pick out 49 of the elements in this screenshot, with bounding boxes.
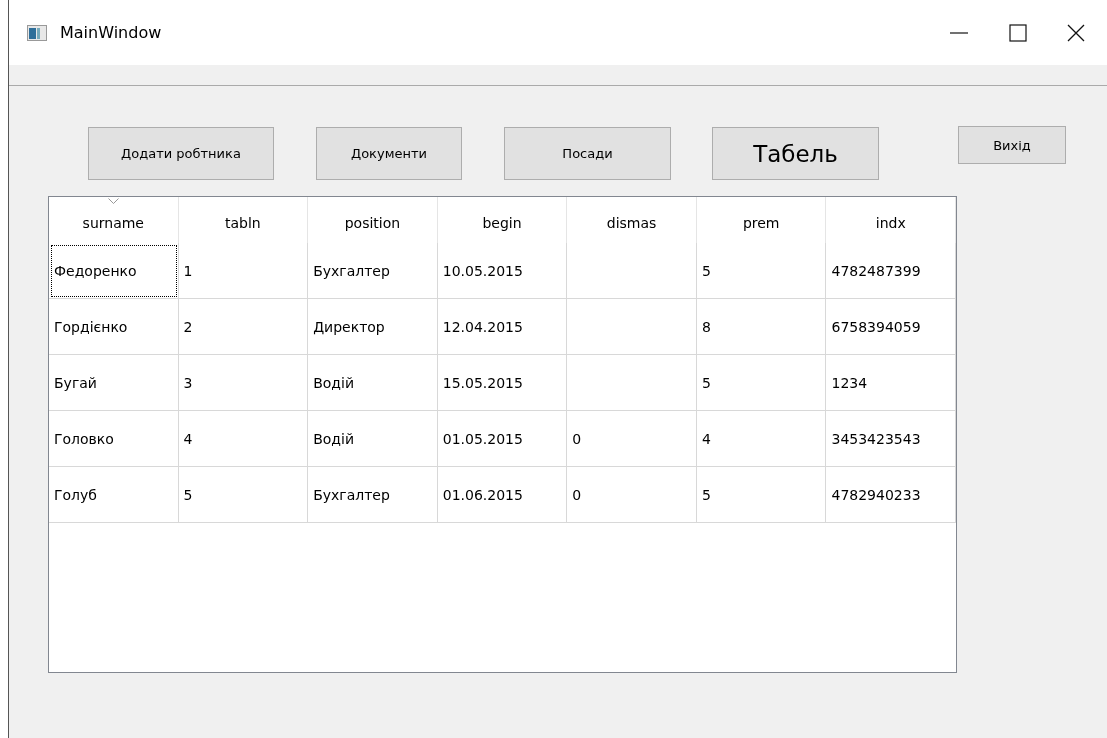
table-cell: Голуб — [49, 467, 179, 523]
table-cell: 12.04.2015 — [437, 299, 568, 355]
column-header[interactable]: prem — [696, 197, 827, 243]
table-cell: 2 — [178, 299, 309, 355]
table-cell: 01.06.2015 — [437, 467, 568, 523]
action-button[interactable]: Документи — [316, 127, 462, 180]
table-cell: 5 — [178, 467, 309, 523]
maximize-icon[interactable] — [1009, 23, 1027, 42]
column-header[interactable]: position — [308, 197, 438, 243]
table-cell: Водій — [308, 355, 438, 411]
column-header[interactable]: surname — [49, 197, 179, 243]
table-cell: Директор — [308, 299, 438, 355]
table-cell: 5 — [696, 467, 827, 523]
exit-button[interactable]: Вихід — [958, 126, 1066, 164]
table-cell: 4 — [696, 411, 827, 467]
table-cell: 8 — [696, 299, 827, 355]
column-header[interactable]: begin — [437, 197, 568, 243]
table-cell: Федоренко — [49, 243, 179, 299]
table-cell: 0 — [567, 411, 697, 467]
table-cell: 0 — [567, 467, 697, 523]
table-cell: 4782940233 — [826, 467, 957, 523]
window-title: MainWindow — [60, 23, 162, 42]
table-cell: 3 — [178, 355, 309, 411]
table-cell: 1234 — [826, 355, 957, 411]
table-cell: Бугай — [49, 355, 179, 411]
table-cell: 5 — [696, 243, 827, 299]
table-cell: 1 — [178, 243, 309, 299]
table-cell: Бухгалтер — [308, 467, 438, 523]
column-header[interactable]: dismas — [567, 197, 697, 243]
table-cell: 4 — [178, 411, 309, 467]
action-button[interactable]: Табель — [712, 127, 879, 180]
table-cell: 10.05.2015 — [437, 243, 568, 299]
table-cell: Водій — [308, 411, 438, 467]
column-header[interactable]: tabln — [178, 197, 309, 243]
table-cell: Головко — [49, 411, 179, 467]
table-cell: 3453423543 — [826, 411, 957, 467]
column-header[interactable]: indx — [826, 197, 957, 243]
table-cell: Бухгалтер — [308, 243, 438, 299]
table-cell: 6758394059 — [826, 299, 957, 355]
table-cell: 4782487399 — [826, 243, 957, 299]
action-button[interactable]: Посади — [504, 127, 671, 180]
table-cell: Гордієнко — [49, 299, 179, 355]
close-icon[interactable] — [1067, 23, 1085, 42]
action-button[interactable]: Додати робтника — [88, 127, 274, 180]
table-cell: 5 — [696, 355, 827, 411]
app-icon — [27, 24, 47, 41]
table-cell: 01.05.2015 — [437, 411, 568, 467]
sort-indicator-icon — [108, 198, 119, 204]
table-cell: 15.05.2015 — [437, 355, 568, 411]
